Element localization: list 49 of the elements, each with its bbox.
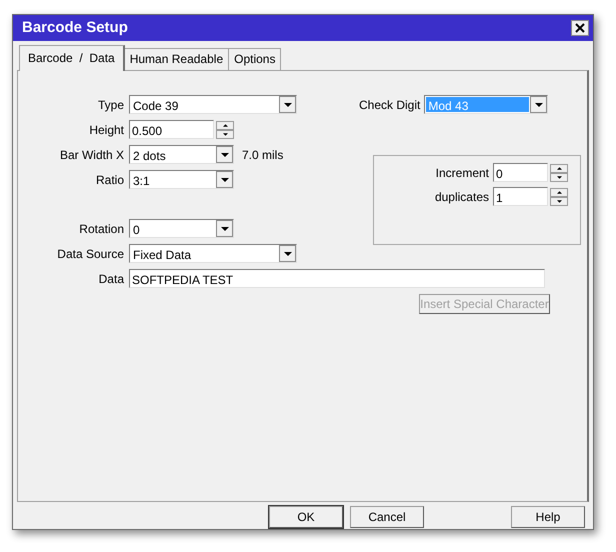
caret-icon (534, 102, 543, 106)
dropdown[interactable]: Fixed Data (129, 244, 297, 263)
field-label: Bar Width X (58, 146, 125, 164)
up-arrow-icon (556, 190, 562, 194)
dropdown-button[interactable] (279, 96, 296, 113)
tab[interactable]: Options (228, 48, 282, 70)
dropdown-button[interactable] (530, 96, 548, 113)
down-arrow-icon (556, 176, 562, 178)
dialog-button[interactable]: OK (269, 506, 343, 528)
unit-label: 7.0 mils (242, 146, 284, 164)
spin-up-button[interactable] (550, 164, 568, 172)
dropdown-button[interactable] (216, 171, 233, 188)
caret-icon (220, 178, 228, 182)
field-label: Ratio (94, 172, 125, 188)
down-arrow-icon (222, 132, 228, 136)
dropdown[interactable]: 3:1 (129, 170, 234, 189)
up-arrow-icon (222, 124, 228, 126)
caret-icon (284, 102, 292, 106)
input-field[interactable]: 0 (493, 163, 548, 182)
up-arrow-icon (556, 166, 562, 170)
field-label: duplicates (434, 188, 490, 206)
dropdown[interactable]: Code 39 (129, 95, 297, 114)
dropdown-button[interactable] (216, 146, 233, 163)
spin-up-button[interactable] (216, 120, 234, 130)
field-label: Increment (434, 164, 490, 182)
input-field[interactable]: 0.500 (129, 120, 214, 139)
help-button[interactable]: Help (511, 506, 585, 528)
close-button[interactable] (571, 20, 589, 36)
field-label: Type (96, 96, 125, 114)
dialog-button[interactable]: Cancel (350, 506, 424, 528)
caret-icon (220, 152, 228, 156)
field-label: Data (98, 270, 125, 288)
dropdown[interactable]: 0 (129, 219, 234, 238)
input-field[interactable]: 1 (493, 187, 548, 206)
field-label: Data Source (56, 246, 125, 262)
data-field[interactable]: SOFTPEDIA TEST (129, 269, 545, 288)
window-title: Barcode Setup (22, 18, 128, 38)
dropdown-button[interactable] (279, 245, 296, 262)
field-label: Check Digit (359, 96, 420, 114)
field-label: Height (88, 122, 125, 138)
dropdown-button[interactable] (216, 220, 233, 237)
spin-up-button[interactable] (550, 188, 568, 196)
caret-icon (220, 226, 228, 230)
tab[interactable]: Barcode / Data (19, 45, 125, 71)
field-label: Rotation (78, 220, 125, 238)
down-arrow-icon (556, 200, 562, 202)
dropdown[interactable]: 2 dots (129, 145, 234, 164)
caret-icon (284, 252, 292, 256)
close-icon (575, 23, 585, 33)
